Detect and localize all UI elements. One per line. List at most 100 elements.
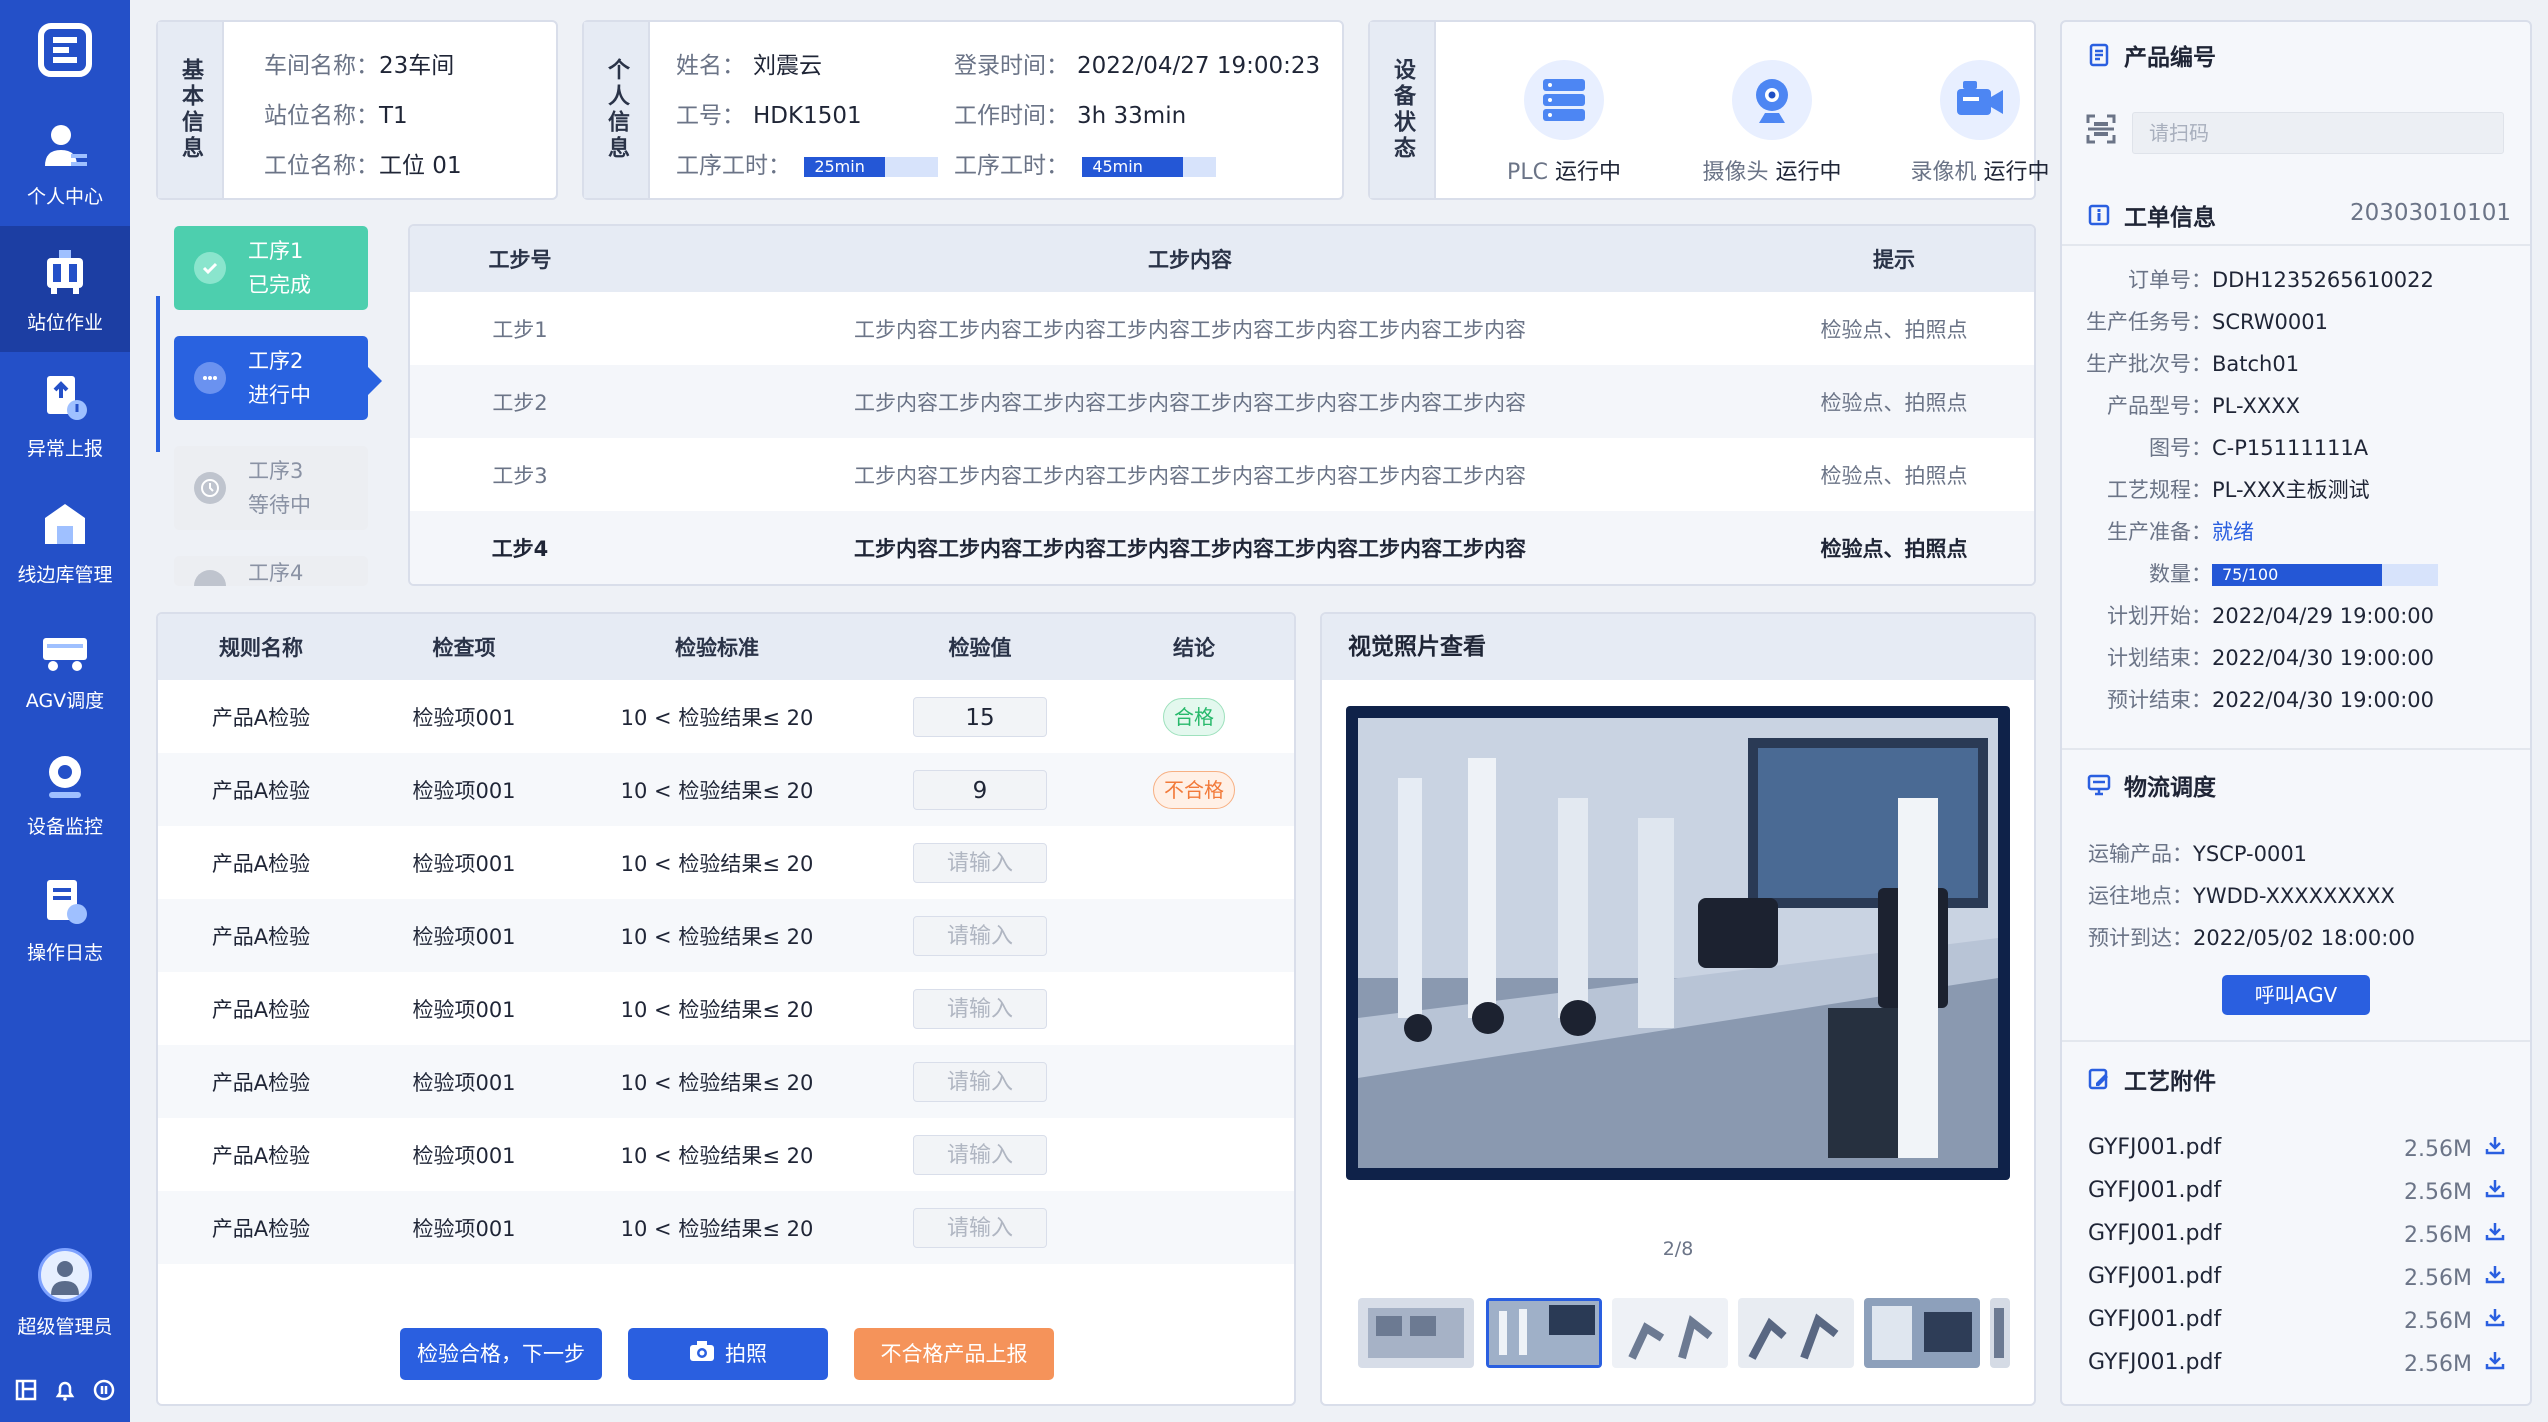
file-name[interactable]: GYFJ001.pdf bbox=[2088, 1307, 2221, 1332]
sidebar-item-agv[interactable]: AGV调度 bbox=[0, 604, 130, 730]
photo-page-indicator: 2/8 bbox=[1662, 1238, 1694, 1260]
process-item-4[interactable]: 工序4 bbox=[174, 556, 368, 586]
sidebar-item-operation-log[interactable]: 操作日志 bbox=[0, 856, 130, 982]
call-agv-button[interactable]: 呼叫AGV bbox=[2222, 975, 2370, 1015]
file-name[interactable]: GYFJ001.pdf bbox=[2088, 1178, 2221, 1203]
field-label: 运往地点： bbox=[2088, 884, 2193, 908]
inspection-value-input[interactable]: 请输入 bbox=[913, 915, 1047, 956]
file-name[interactable]: GYFJ001.pdf bbox=[2088, 1350, 2221, 1375]
attachment-item[interactable]: GYFJ001.pdf 2.56M bbox=[2088, 1132, 2508, 1162]
column-header: 提示 bbox=[1750, 226, 2034, 292]
station-field: 站位名称：T1 bbox=[264, 96, 408, 130]
attachment-item[interactable]: GYFJ001.pdf 2.56M bbox=[2088, 1347, 2508, 1377]
sidebar-footer bbox=[0, 1370, 130, 1410]
table-row[interactable]: 产品A检验 检验项001 10 < 检验结果≤ 20 请输入 bbox=[158, 1191, 1294, 1264]
inspection-value-input[interactable]: 15 bbox=[913, 696, 1047, 737]
table-row[interactable]: 产品A检验 检验项001 10 < 检验结果≤ 20 请输入 bbox=[158, 1045, 1294, 1118]
work-time-field: 工作时间： 3h 33min bbox=[954, 96, 1186, 130]
monitor-icon bbox=[2086, 772, 2112, 798]
table-row[interactable]: 产品A检验 检验项001 10 < 检验结果≤ 20 请输入 bbox=[158, 826, 1294, 899]
photo-thumbnail-selected[interactable] bbox=[1486, 1298, 1602, 1368]
table-row[interactable]: 产品A检验 检验项001 10 < 检验结果≤ 20 请输入 bbox=[158, 1118, 1294, 1191]
process-item-1[interactable]: 工序1 已完成 bbox=[174, 226, 368, 310]
position-value: 工位 01 bbox=[379, 153, 462, 179]
bell-icon[interactable] bbox=[49, 1374, 81, 1406]
file-name[interactable]: GYFJ001.pdf bbox=[2088, 1221, 2221, 1246]
name-value: 刘震云 bbox=[753, 53, 822, 79]
report-defect-button[interactable]: 不合格产品上报 bbox=[854, 1328, 1054, 1380]
column-header: 检验值 bbox=[870, 614, 1090, 680]
sidebar-item-device-monitor[interactable]: 设备监控 bbox=[0, 730, 130, 856]
work-order-field: 生产任务号：SCRW0001 bbox=[2084, 306, 2328, 336]
attachment-item[interactable]: GYFJ001.pdf 2.56M bbox=[2088, 1261, 2508, 1291]
download-icon[interactable] bbox=[2482, 1175, 2508, 1201]
table-row[interactable]: 产品A检验 检验项001 10 < 检验结果≤ 20 9 不合格 bbox=[158, 753, 1294, 826]
main-photo[interactable] bbox=[1346, 706, 2010, 1180]
inspection-value-input[interactable]: 请输入 bbox=[913, 1061, 1047, 1102]
download-icon[interactable] bbox=[2482, 1132, 2508, 1158]
process-item-2[interactable]: 工序2 进行中 bbox=[174, 336, 368, 420]
device-camera[interactable]: 摄像头 运行中 bbox=[1672, 60, 1872, 186]
step-number: 工步4 bbox=[410, 511, 630, 584]
attachment-item[interactable]: GYFJ001.pdf 2.56M bbox=[2088, 1304, 2508, 1334]
table-row[interactable]: 产品A检验 检验项001 10 < 检验结果≤ 20 请输入 bbox=[158, 972, 1294, 1045]
sidebar-item-warehouse[interactable]: 线边库管理 bbox=[0, 478, 130, 604]
photo-thumbnail[interactable] bbox=[1738, 1298, 1854, 1368]
file-size: 2.56M bbox=[2404, 1352, 2472, 1377]
photo-thumbnail[interactable] bbox=[1358, 1298, 1474, 1368]
photo-thumbnail[interactable] bbox=[1990, 1298, 2010, 1368]
download-icon[interactable] bbox=[2482, 1261, 2508, 1287]
power-icon[interactable] bbox=[88, 1374, 120, 1406]
attachment-item[interactable]: GYFJ001.pdf 2.56M bbox=[2088, 1218, 2508, 1248]
process-item-3[interactable]: 工序3 等待中 bbox=[174, 446, 368, 530]
login-time-value: 2022/04/27 19:00:23 bbox=[1077, 53, 1321, 79]
attachment-item[interactable]: GYFJ001.pdf 2.56M bbox=[2088, 1175, 2508, 1205]
clock-icon bbox=[194, 472, 226, 504]
personal-info-panel: 个人信息 姓名： 刘震云 登录时间： 2022/04/27 19:00:23 工号：… bbox=[582, 20, 1344, 200]
warehouse-icon bbox=[45, 503, 85, 544]
table-row[interactable]: 产品A检验 检验项001 10 < 检验结果≤ 20 请输入 bbox=[158, 899, 1294, 972]
field-label: 生产批次号： bbox=[2086, 352, 2212, 376]
device-label: 录像机 运行中 bbox=[1880, 154, 2080, 186]
pass-next-button[interactable]: 检验合格，下一步 bbox=[400, 1328, 602, 1380]
table-row[interactable]: 产品A检验 检验项001 10 < 检验结果≤ 20 15 合格 bbox=[158, 680, 1294, 753]
inspection-value-input[interactable]: 请输入 bbox=[913, 988, 1047, 1029]
result-badge: 不合格 bbox=[1153, 770, 1235, 809]
sidebar-item-station-work[interactable]: 站位作业 bbox=[0, 226, 130, 352]
table-header-row: 规则名称 检查项 检验标准 检验值 结论 bbox=[158, 614, 1294, 680]
table-row[interactable]: 工步2 工步内容工步内容工步内容工步内容工步内容工步内容工步内容工步内容 检验点、拍… bbox=[410, 365, 2034, 438]
device-recorder[interactable]: 录像机 运行中 bbox=[1880, 60, 2080, 186]
scan-icon[interactable] bbox=[2086, 114, 2116, 144]
sidebar-item-label: 操作日志 bbox=[26, 941, 103, 964]
device-name: PLC bbox=[1507, 160, 1548, 185]
inspection-value-input[interactable]: 9 bbox=[913, 769, 1047, 810]
file-name[interactable]: GYFJ001.pdf bbox=[2088, 1135, 2221, 1160]
inspection-value-input[interactable]: 请输入 bbox=[913, 842, 1047, 883]
work-order-section: 工单信息 bbox=[2086, 198, 2216, 232]
layout-icon[interactable] bbox=[10, 1374, 42, 1406]
download-icon[interactable] bbox=[2482, 1347, 2508, 1373]
step-hint: 检验点、拍照点 bbox=[1820, 463, 1968, 488]
download-icon[interactable] bbox=[2482, 1304, 2508, 1330]
scan-input[interactable]: 请扫码 bbox=[2132, 112, 2504, 154]
column-header: 工步内容 bbox=[630, 226, 1750, 292]
download-icon[interactable] bbox=[2482, 1218, 2508, 1244]
table-row[interactable]: 工步4 工步内容工步内容工步内容工步内容工步内容工步内容工步内容工步内容 检验点、拍… bbox=[410, 511, 2034, 584]
divider bbox=[2062, 1040, 2530, 1042]
photo-thumbnail[interactable] bbox=[1864, 1298, 1980, 1368]
photo-thumbnail[interactable] bbox=[1612, 1298, 1728, 1368]
sidebar-item-personal-center[interactable]: 个人中心 bbox=[0, 100, 130, 226]
step-table: 工步号 工步内容 提示 工步1 工步内容工步内容工步内容工步内容工步内容工步内容工… bbox=[410, 226, 2034, 584]
file-size: 2.56M bbox=[2404, 1137, 2472, 1162]
device-plc[interactable]: PLC 运行中 bbox=[1464, 60, 1664, 186]
user-profile[interactable]: 超级管理员 bbox=[0, 1248, 130, 1348]
file-name[interactable]: GYFJ001.pdf bbox=[2088, 1264, 2221, 1289]
photo-button[interactable]: 拍照 bbox=[628, 1328, 828, 1380]
inspection-value-input[interactable]: 请输入 bbox=[913, 1207, 1047, 1248]
check-item: 检验项001 bbox=[412, 1143, 516, 1168]
table-row[interactable]: 工步1 工步内容工步内容工步内容工步内容工步内容工步内容工步内容工步内容 检验点、拍… bbox=[410, 292, 2034, 365]
inspection-value-input[interactable]: 请输入 bbox=[913, 1134, 1047, 1175]
sidebar-item-exception-report[interactable]: 异常上报 bbox=[0, 352, 130, 478]
check-standard: 10 < 检验结果≤ 20 bbox=[620, 705, 814, 730]
table-row[interactable]: 工步3 工步内容工步内容工步内容工步内容工步内容工步内容工步内容工步内容 检验点、拍… bbox=[410, 438, 2034, 511]
